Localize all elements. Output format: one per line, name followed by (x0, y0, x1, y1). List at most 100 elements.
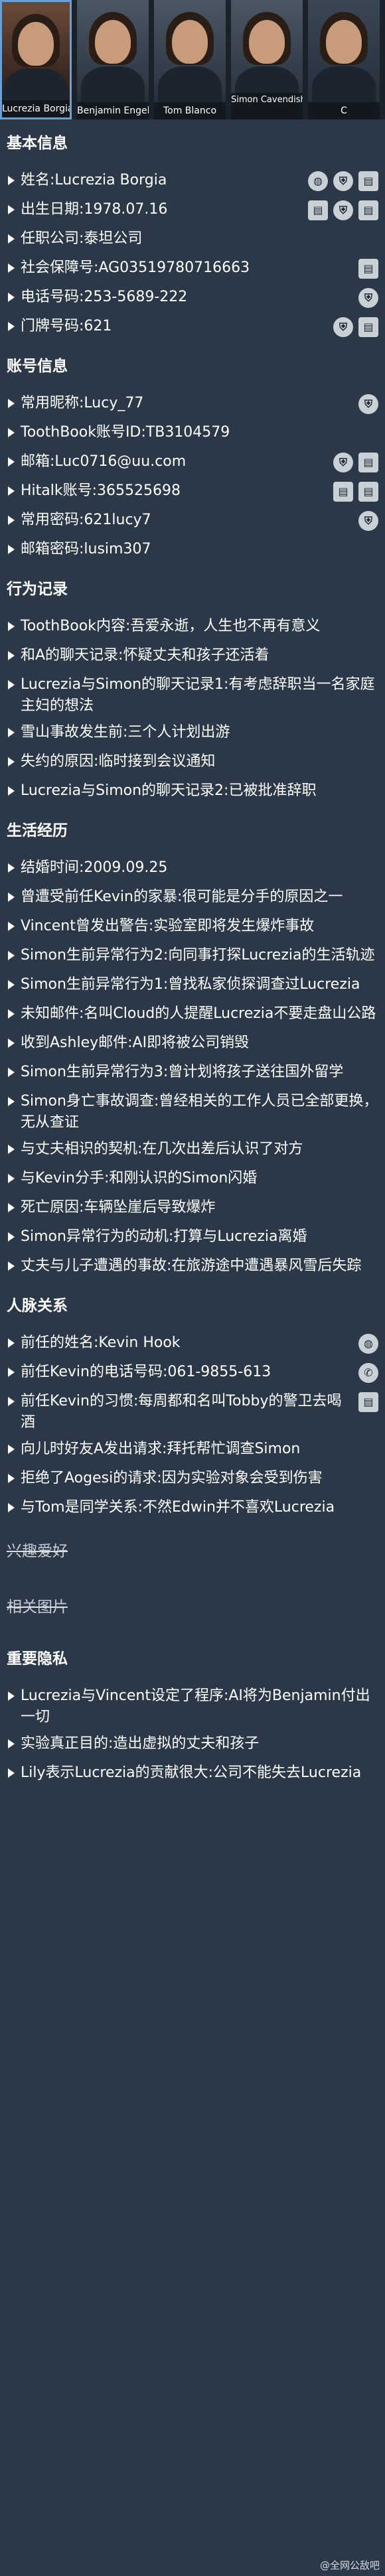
list-item[interactable]: 死亡原因:车辆坠崖后导致爆炸 (0, 1194, 385, 1224)
document-icon[interactable]: ▤ (358, 1392, 378, 1412)
portrait-head (95, 20, 131, 64)
list-item[interactable]: Hitalk账号:365525698 ▤ ▤ (0, 478, 385, 507)
list-item[interactable]: 社会保障号:AG03519780716663 ▤ (0, 255, 385, 284)
section-title-life[interactable]: 生活经历 (0, 807, 385, 855)
list-item[interactable]: Lucrezia与Simon的聊天记录2:已被批准辞职 (0, 778, 385, 807)
shield-icon[interactable]: ⛨ (358, 511, 378, 531)
list-item[interactable]: 前任Kevin的电话号码:061-9855-613 ✆ (0, 1359, 385, 1388)
bullet-arrow-icon (8, 176, 15, 185)
shield-icon[interactable]: ⛨ (333, 171, 353, 191)
character-card[interactable]: Tom Blanco (154, 0, 226, 119)
list-item[interactable]: Vincent曾发出警告:实验室即将发生爆炸事故 (0, 913, 385, 942)
list-item-text: Lucrezia与Simon的聊天记录1:有考虑辞职当一名家庭主妇的想法 (21, 676, 375, 714)
bullet-arrow-icon (8, 951, 15, 960)
document-icon[interactable]: ▤ (358, 259, 378, 279)
list-item[interactable]: 结婚时间:2009.09.25 (0, 855, 385, 884)
document-icon[interactable]: ▤ (308, 200, 328, 220)
list-item-text: 雪山事故发生前:三个人计划出游 (21, 724, 230, 741)
list-item-text: Simon身亡事故调查:曾经相关的工作人员已全部更换，无从查证 (21, 1093, 378, 1131)
list-item[interactable]: 前任Kevin的习惯:每周都和名叫Tobby的警卫去喝酒 ▤ (0, 1388, 385, 1436)
character-card[interactable]: Lucrezia Borgia (0, 0, 72, 119)
list-item[interactable]: 实验真正目的:造出虚拟的丈夫和孩子 (0, 1731, 385, 1760)
list-item[interactable]: 和A的聊天记录:怀疑丈夫和孩子还活着 (0, 642, 385, 672)
character-card[interactable]: Simon Cavendish (231, 0, 303, 119)
item-icons: ▤ (353, 1392, 378, 1412)
list-item[interactable]: Lily表示Lucrezia的贡献很大:公司不能失去Lucrezia (0, 1760, 385, 1789)
list-item[interactable]: ToothBook账号ID:TB3104579 (0, 419, 385, 449)
list-item-text: 前任Kevin的习惯:每周都和名叫Tobby的警卫去喝酒 (21, 1393, 342, 1431)
list-item-text: 邮箱密码:lusim307 (21, 541, 151, 557)
shield-icon[interactable]: ⛨ (358, 394, 378, 414)
list-item-text: ToothBook账号ID:TB3104579 (21, 424, 230, 441)
list-item-text: 死亡原因:车辆坠崖后导致爆炸 (21, 1199, 216, 1216)
bullet-arrow-icon (8, 1068, 15, 1077)
item-icons: ✆ (353, 1363, 378, 1383)
list-item[interactable]: 雪山事故发生前:三个人计划出游 (0, 719, 385, 749)
list-item[interactable]: 门牌号码:621 ⛨ ▤ (0, 313, 385, 342)
globe-icon[interactable]: ◍ (308, 171, 328, 191)
list-item[interactable]: 与Tom是同学关系:不然Edwin并不喜欢Lucrezia (0, 1494, 385, 1524)
list-item[interactable]: 出生日期:1978.07.16 ▤ ⛨ ▤ (0, 196, 385, 226)
document-icon[interactable]: ▤ (333, 482, 353, 502)
list-item[interactable]: 常用密码:621lucy7 ⛨ (0, 507, 385, 536)
list-item[interactable]: Simon生前异常行为2:向同事打探Lucrezia的生活轨迹 (0, 942, 385, 971)
list-item[interactable]: 邮箱:Luc0716@uu.com ⛨ ▤ (0, 449, 385, 478)
list-item-text: 曾遭受前任Kevin的家暴:很可能是分手的原因之一 (21, 889, 343, 905)
list-item[interactable]: Simon生前异常行为3:曾计划将孩子送往国外留学 (0, 1059, 385, 1088)
shield-icon[interactable]: ⛨ (333, 453, 353, 472)
list-item[interactable]: Simon身亡事故调查:曾经相关的工作人员已全部更换，无从查证 (0, 1088, 385, 1136)
list-item[interactable]: 邮箱密码:lusim307 (0, 536, 385, 565)
shield-icon[interactable]: ⛨ (358, 288, 378, 308)
document-icon[interactable]: ▤ (358, 200, 378, 220)
document-icon[interactable]: ▤ (358, 171, 378, 191)
list-item[interactable]: 未知邮件:名叫Cloud的人提醒Lucrezia不要走盘山公路 (0, 1001, 385, 1030)
section-title-relations[interactable]: 人脉关系 (0, 1282, 385, 1330)
list-item[interactable]: 常用昵称:Lucy_77 ⛨ (0, 390, 385, 419)
list-item-text: 拒绝了Aogesi的请求:因为实验对象会受到伤害 (21, 1470, 323, 1486)
list-item[interactable]: 与Kevin分手:和刚认识的Simon闪婚 (0, 1165, 385, 1194)
list-item-text: 和A的聊天记录:怀疑丈夫和孩子还活着 (21, 647, 270, 664)
list-item[interactable]: ToothBook内容:吾爱永逝，人生也不再有意义 (0, 613, 385, 642)
phone-icon[interactable]: ✆ (358, 1363, 378, 1383)
relations-section: 人脉关系 前任的姓名:Kevin Hook ◍ 前任Kevin的电话号码:061-9… (0, 1282, 385, 1524)
section-images-collapsed[interactable]: 相关图片 (0, 1579, 385, 1635)
document-icon[interactable]: ▤ (358, 482, 378, 502)
bullet-arrow-icon (8, 651, 15, 660)
list-item[interactable]: 与丈夫相识的契机:在几次出差后认识了对方 (0, 1136, 385, 1165)
bullet-arrow-icon (8, 980, 15, 989)
list-item[interactable]: 电话号码:253-5689-222 ⛨ (0, 284, 385, 313)
section-title-account-info[interactable]: 账号信息 (0, 342, 385, 390)
list-item-text: 实验真正目的:造出虚拟的丈夫和孩子 (21, 1735, 260, 1752)
list-item[interactable]: 前任的姓名:Kevin Hook ◍ (0, 1330, 385, 1359)
bullet-arrow-icon (8, 1368, 15, 1377)
list-item[interactable]: Lucrezia与Vincent设定了程序:AI将为Benjamin付出一切 (0, 1683, 385, 1731)
list-item[interactable]: 收到Ashley邮件:AI即将被公司销毁 (0, 1030, 385, 1059)
relations-list: 前任的姓名:Kevin Hook ◍ 前任Kevin的电话号码:061-9855-6… (0, 1330, 385, 1524)
globe-icon[interactable]: ◍ (358, 1334, 378, 1354)
character-card[interactable]: C (308, 0, 380, 119)
shield-icon[interactable]: ⛨ (333, 200, 353, 220)
bullet-arrow-icon (8, 1038, 15, 1048)
section-title-basic-info[interactable]: 基本信息 (0, 119, 385, 167)
list-item[interactable]: 丈夫与儿子遭遇的事故:在旅游途中遭遇暴风雪后失踪 (0, 1253, 385, 1282)
list-item[interactable]: 拒绝了Aogesi的请求:因为实验对象会受到伤害 (0, 1465, 385, 1494)
section-title-behavior[interactable]: 行为记录 (0, 565, 385, 613)
list-item[interactable]: 向儿时好友A发出请求:拜托帮忙调查Simon (0, 1436, 385, 1465)
list-item[interactable]: Lucrezia与Simon的聊天记录1:有考虑辞职当一名家庭主妇的想法 (0, 672, 385, 719)
section-hobbies-collapsed[interactable]: 兴趣爱好 (0, 1524, 385, 1579)
list-item[interactable]: 曾遭受前任Kevin的家暴:很可能是分手的原因之一 (0, 884, 385, 913)
bullet-arrow-icon (8, 486, 15, 496)
list-item-text: 未知邮件:名叫Cloud的人提醒Lucrezia不要走盘山公路 (21, 1005, 376, 1022)
document-icon[interactable]: ▤ (358, 453, 378, 472)
list-item[interactable]: 姓名:Lucrezia Borgia ◍ ⛨ ▤ (0, 167, 385, 196)
list-item[interactable]: Simon生前异常行为1:曾找私家侦探调查过Lucrezia (0, 971, 385, 1001)
item-icons: ▤ ▤ (328, 482, 378, 502)
list-item-text: Hitalk账号:365525698 (21, 482, 181, 499)
shield-icon[interactable]: ⛨ (333, 317, 353, 337)
list-item[interactable]: 失约的原因:临时接到会议通知 (0, 749, 385, 778)
list-item[interactable]: Simon异常行为的动机:打算与Lucrezia离婚 (0, 1224, 385, 1253)
character-card[interactable]: Benjamin Engel (77, 0, 149, 119)
section-title-privacy[interactable]: 重要隐私 (0, 1635, 385, 1683)
document-icon[interactable]: ▤ (358, 317, 378, 337)
list-item[interactable]: 任职公司:泰坦公司 (0, 226, 385, 255)
